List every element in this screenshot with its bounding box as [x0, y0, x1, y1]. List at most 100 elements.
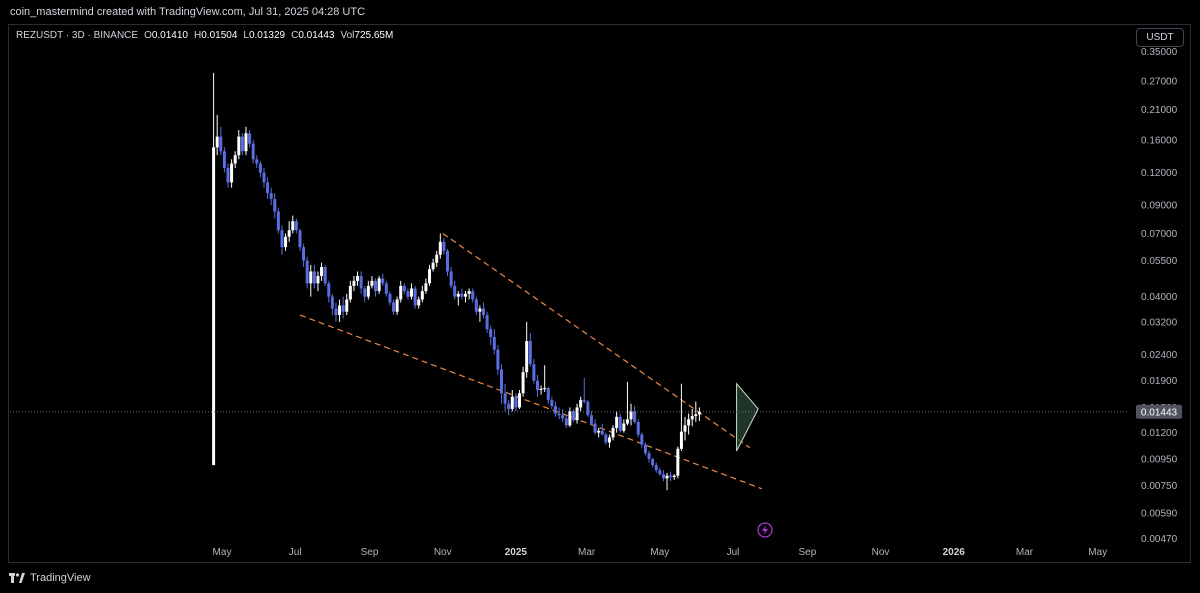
- tradingview-logo-icon: [9, 573, 25, 583]
- candle-body: [334, 308, 338, 316]
- candle-body: [438, 241, 442, 255]
- candle-body: [510, 396, 514, 409]
- x-axis-tick-label: May: [650, 547, 669, 558]
- candle-body: [280, 230, 284, 248]
- candle-body: [262, 172, 266, 183]
- current-price-tag-label: 0.01443: [1141, 407, 1178, 418]
- candle-body: [528, 341, 532, 365]
- candle-body: [370, 280, 374, 286]
- candle-body: [392, 302, 396, 312]
- candle-body: [449, 271, 453, 286]
- upper-wedge-line: [442, 232, 751, 449]
- candle-body: [679, 431, 683, 449]
- x-axis-tick-label: May: [1088, 547, 1107, 558]
- close-label: C: [291, 30, 299, 41]
- currency-button[interactable]: USDT: [1136, 28, 1184, 47]
- y-axis-tick-label: 0.03200: [1141, 317, 1178, 328]
- candle-body: [363, 288, 367, 297]
- candle-body: [219, 136, 223, 152]
- candle-body: [309, 271, 313, 284]
- candle-body: [481, 308, 485, 316]
- candle-body: [471, 291, 475, 300]
- y-axis-tick-label: 0.27000: [1141, 77, 1178, 88]
- candle-body: [453, 285, 457, 297]
- candle-body: [647, 453, 651, 459]
- y-axis-tick-label: 0.01900: [1141, 376, 1178, 387]
- candle-body: [348, 285, 352, 300]
- y-axis-tick-label: 0.00750: [1141, 481, 1178, 492]
- candle-body: [212, 147, 216, 466]
- candle-body: [291, 221, 295, 231]
- candle-body: [388, 293, 392, 303]
- candle-body: [294, 221, 298, 231]
- y-axis-tick-label: 0.05500: [1141, 256, 1178, 267]
- candle-body: [237, 136, 241, 156]
- triangle-pattern: [736, 382, 759, 452]
- candle-body: [658, 470, 662, 475]
- candle-body: [266, 182, 270, 194]
- candle-body: [633, 411, 637, 422]
- candle-body: [255, 159, 259, 164]
- candle-body: [215, 136, 219, 148]
- candle-body: [694, 414, 698, 417]
- x-axis-tick-label: Jul: [727, 547, 740, 558]
- candle-body: [546, 388, 550, 401]
- y-axis-tick-label: 0.07000: [1141, 229, 1178, 240]
- candle-body: [395, 299, 399, 312]
- candle-body: [489, 329, 493, 337]
- footer-brand-text: TradingView: [30, 572, 91, 584]
- candle-body: [464, 293, 468, 297]
- candle-body: [222, 151, 226, 168]
- footer-brand: TradingView: [0, 563, 1200, 593]
- candle-body: [287, 230, 291, 237]
- candle-body: [402, 285, 406, 292]
- candle-body: [251, 143, 255, 160]
- candle-body: [399, 285, 403, 300]
- lightning-bolt-glyph: [762, 525, 768, 535]
- y-axis-tick-label: 0.00470: [1141, 534, 1178, 545]
- candle-body: [561, 415, 565, 419]
- candle-body: [697, 412, 701, 415]
- candle-body: [690, 416, 694, 420]
- y-axis-tick-label: 0.16000: [1141, 136, 1178, 147]
- price-chart[interactable]: 0.35000 0.27000 0.21000 0.16000 0.12000 0.090…: [0, 0, 1200, 593]
- candle-body: [435, 254, 439, 263]
- candle-body: [226, 167, 230, 183]
- candle-body: [233, 155, 237, 164]
- volume-label: Vol: [340, 30, 355, 41]
- candle-body: [615, 416, 619, 429]
- candle-body: [582, 400, 586, 402]
- x-axis-tick-label: Nov: [434, 547, 452, 558]
- candle-body: [683, 425, 687, 432]
- candle-body: [230, 163, 234, 183]
- candle-body: [539, 388, 543, 391]
- candle-body: [352, 280, 356, 286]
- candle-body: [571, 411, 575, 421]
- candle-body: [273, 198, 277, 212]
- candle-body: [240, 136, 244, 152]
- candle-body: [575, 407, 579, 421]
- y-axis-tick-label: 0.02400: [1141, 350, 1178, 361]
- candle-body: [410, 288, 414, 297]
- candle-body: [643, 444, 647, 454]
- candle-body: [669, 475, 673, 478]
- candle-body: [284, 236, 288, 248]
- candle-body: [618, 416, 622, 431]
- candle-body: [600, 430, 604, 435]
- candle-body: [672, 475, 676, 478]
- x-axis-tick-label: 2025: [505, 547, 528, 558]
- candle-body: [420, 291, 424, 300]
- open-label: O: [144, 30, 152, 41]
- x-axis-tick-label: Nov: [872, 547, 890, 558]
- candle-body: [543, 388, 547, 390]
- candle-body: [593, 423, 597, 433]
- candle-body: [503, 393, 507, 404]
- candle-body: [665, 475, 669, 479]
- candle-body: [651, 459, 655, 466]
- symbol-legend: REZUSDT · 3D · BINANCE O 0.01410 H 0.01504…: [16, 30, 399, 41]
- candle-body: [629, 411, 633, 420]
- x-axis-tick-label: 2026: [943, 547, 966, 558]
- candle-body: [676, 448, 680, 476]
- candle-body: [298, 230, 302, 248]
- candle-body: [467, 291, 471, 294]
